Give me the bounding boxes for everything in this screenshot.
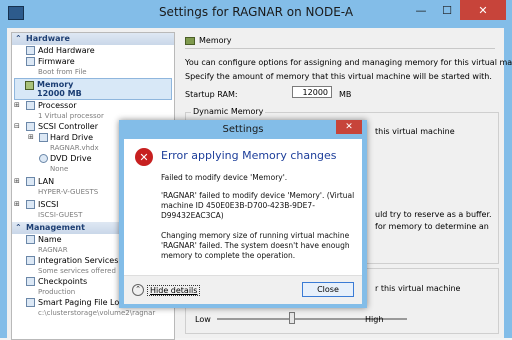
collapse-icon[interactable]: ⌃ <box>15 222 22 234</box>
error-message-2: 'RAGNAR' failed to modify device 'Memory… <box>161 191 355 220</box>
pane-header: Memory <box>185 36 495 49</box>
dialog-footer: ⌃ Hide details Close <box>124 275 362 304</box>
dvd-label: DVD Drive <box>50 154 92 163</box>
startup-ram-input[interactable]: 12000 <box>292 86 332 98</box>
hardware-header-label: Hardware <box>26 34 70 43</box>
tree-item-processor[interactable]: ⊞ Processor <box>12 100 174 111</box>
firmware-label: Firmware <box>38 57 75 66</box>
pane-description-2: Specify the amount of memory that this v… <box>185 72 492 81</box>
checkpoints-label: Checkpoints <box>38 277 88 286</box>
hardware-section-header[interactable]: ⌃ Hardware <box>12 33 174 45</box>
checkpoints-icon <box>26 277 35 286</box>
integration-services-icon <box>26 256 35 265</box>
expand-icon[interactable]: ⊞ <box>14 199 20 210</box>
close-window-button[interactable]: ✕ <box>460 0 506 20</box>
maximize-button[interactable]: ☐ <box>434 0 460 20</box>
error-heading: Error applying Memory changes <box>161 149 337 162</box>
add-hardware-label: Add Hardware <box>38 46 95 55</box>
dynamic-memory-label: Dynamic Memory <box>191 107 266 116</box>
scsi-label: SCSI Controller <box>38 122 98 131</box>
memory-detail: 12000 MB <box>37 89 82 98</box>
pane-fragment-3: for memory to determine an <box>375 222 489 231</box>
dialog-close-x-button[interactable]: ✕ <box>336 120 362 134</box>
hide-details-label: Hide details <box>147 284 201 296</box>
collapse-tree-icon[interactable]: ⊟ <box>14 121 20 132</box>
dialog-title: Settings <box>222 124 264 135</box>
startup-ram-unit: MB <box>339 90 352 99</box>
pane-description-1: You can configure options for assigning … <box>185 58 512 67</box>
scsi-controller-icon <box>26 122 35 131</box>
tree-item-memory[interactable]: Memory 12000 MB <box>14 78 172 100</box>
firmware-detail: Boot from File <box>38 68 87 76</box>
smart-paging-icon <box>26 298 35 307</box>
hide-details-toggle[interactable]: ⌃ Hide details <box>132 284 201 296</box>
minimize-button[interactable]: — <box>408 0 434 20</box>
processor-label: Processor <box>38 101 77 110</box>
chevron-up-icon: ⌃ <box>132 284 144 296</box>
collapse-icon[interactable]: ⌃ <box>15 33 22 45</box>
error-icon: ✕ <box>135 148 153 166</box>
slider-high-label: High <box>365 315 384 324</box>
network-adapter-icon <box>26 200 35 209</box>
pane-fragment-4: r this virtual machine <box>375 284 461 293</box>
name-label: Name <box>38 235 62 244</box>
title-bar[interactable]: Settings for RAGNAR on NODE-A — ☐ ✕ <box>0 0 512 28</box>
memory-icon <box>185 37 195 45</box>
firmware-icon <box>26 57 35 66</box>
paging-detail: c:\clusterstorage\volume2\ragnar <box>38 309 156 317</box>
dialog-body: ✕ Error applying Memory changes Failed t… <box>124 139 362 304</box>
processor-icon <box>26 101 35 110</box>
dvd-drive-icon <box>39 154 48 163</box>
memory-icon <box>25 81 34 90</box>
expand-icon[interactable]: ⊞ <box>14 100 20 111</box>
pane-title: Memory <box>199 36 232 45</box>
memory-weight-slider-thumb[interactable] <box>289 312 295 324</box>
expand-icon[interactable]: ⊞ <box>14 176 20 187</box>
pane-fragment-1: this virtual machine <box>375 127 455 136</box>
network-adapter-icon <box>26 177 35 186</box>
error-message-1: Failed to modify device 'Memory'. <box>161 173 288 182</box>
add-hardware-icon <box>26 46 35 55</box>
error-dialog: Settings ✕ ✕ Error applying Memory chang… <box>119 120 367 308</box>
tree-item-firmware[interactable]: Firmware <box>12 56 174 67</box>
tree-item-add-hardware[interactable]: Add Hardware <box>12 45 174 56</box>
hard-drive-label: Hard Drive <box>50 133 94 142</box>
iscsi-label: ISCSI <box>38 200 59 209</box>
hard-drive-icon <box>39 133 48 142</box>
management-header-label: Management <box>26 223 85 232</box>
close-button[interactable]: Close <box>302 282 354 297</box>
settings-window: Settings for RAGNAR on NODE-A — ☐ ✕ ⌃ Ha… <box>0 0 512 340</box>
error-message-3: Changing memory size of running virtual … <box>161 231 350 260</box>
pane-fragment-2: uld try to reserve as a buffer. <box>375 210 492 219</box>
expand-icon[interactable]: ⊞ <box>28 132 34 143</box>
lan-label: LAN <box>38 177 55 186</box>
integration-label: Integration Services <box>38 256 119 265</box>
startup-ram-label: Startup RAM: <box>185 90 238 99</box>
name-icon <box>26 235 35 244</box>
slider-low-label: Low <box>195 315 211 324</box>
